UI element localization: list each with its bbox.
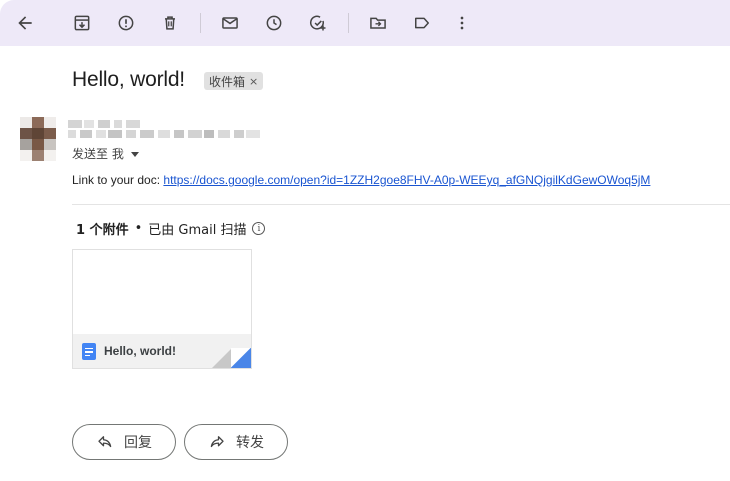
recipient-dropdown[interactable]: 发送至 我 bbox=[72, 145, 139, 162]
info-icon[interactable]: i bbox=[252, 222, 266, 235]
more-options-icon[interactable] bbox=[448, 9, 476, 37]
toolbar-divider bbox=[200, 13, 201, 33]
attachment-card[interactable]: Hello, world! bbox=[72, 249, 252, 369]
attachment-count: 1 个附件 bbox=[76, 223, 129, 238]
snooze-icon[interactable] bbox=[260, 9, 288, 37]
recipient-text: 发送至 我 bbox=[72, 147, 124, 161]
toolbar bbox=[0, 0, 730, 46]
remove-label-icon[interactable]: × bbox=[249, 75, 258, 88]
email-body: Link to your doc: https://docs.google.co… bbox=[72, 173, 650, 187]
add-to-tasks-icon[interactable] bbox=[304, 9, 332, 37]
attachments-divider bbox=[72, 204, 730, 205]
label-icon[interactable] bbox=[408, 9, 436, 37]
email-subject: Hello, world! bbox=[72, 68, 185, 91]
delete-icon[interactable] bbox=[156, 9, 184, 37]
attachment-name: Hello, world! bbox=[104, 344, 176, 358]
reply-icon bbox=[98, 436, 112, 448]
archive-icon[interactable] bbox=[68, 9, 96, 37]
google-docs-icon bbox=[82, 342, 96, 360]
inbox-label-chip[interactable]: 收件箱 × bbox=[204, 72, 264, 90]
back-arrow-icon[interactable] bbox=[11, 9, 39, 37]
reply-label: 回复 bbox=[124, 435, 152, 451]
move-to-icon[interactable] bbox=[364, 9, 392, 37]
doc-link[interactable]: https://docs.google.com/open?id=1ZZH2goe… bbox=[163, 173, 650, 187]
forward-button[interactable]: 转发 bbox=[184, 424, 288, 460]
scan-status: 已由 Gmail 扫描 bbox=[148, 223, 247, 238]
toolbar-divider bbox=[348, 13, 349, 33]
mark-unread-icon[interactable] bbox=[216, 9, 244, 37]
body-prefix: Link to your doc: bbox=[72, 173, 164, 187]
chevron-down-icon bbox=[130, 151, 139, 157]
forward-icon bbox=[210, 436, 224, 448]
page-fold-shadow bbox=[212, 348, 232, 368]
report-spam-icon[interactable] bbox=[112, 9, 140, 37]
avatar[interactable] bbox=[20, 117, 56, 161]
sender-name-redacted bbox=[68, 118, 260, 138]
forward-label: 转发 bbox=[236, 435, 264, 451]
reply-button[interactable]: 回复 bbox=[72, 424, 176, 460]
label-text: 收件箱 bbox=[209, 74, 246, 89]
bullet-separator: • bbox=[134, 221, 143, 236]
attachments-header: 1 个附件 • 已由 Gmail 扫描 i bbox=[76, 219, 266, 238]
page-fold-icon bbox=[231, 348, 251, 368]
